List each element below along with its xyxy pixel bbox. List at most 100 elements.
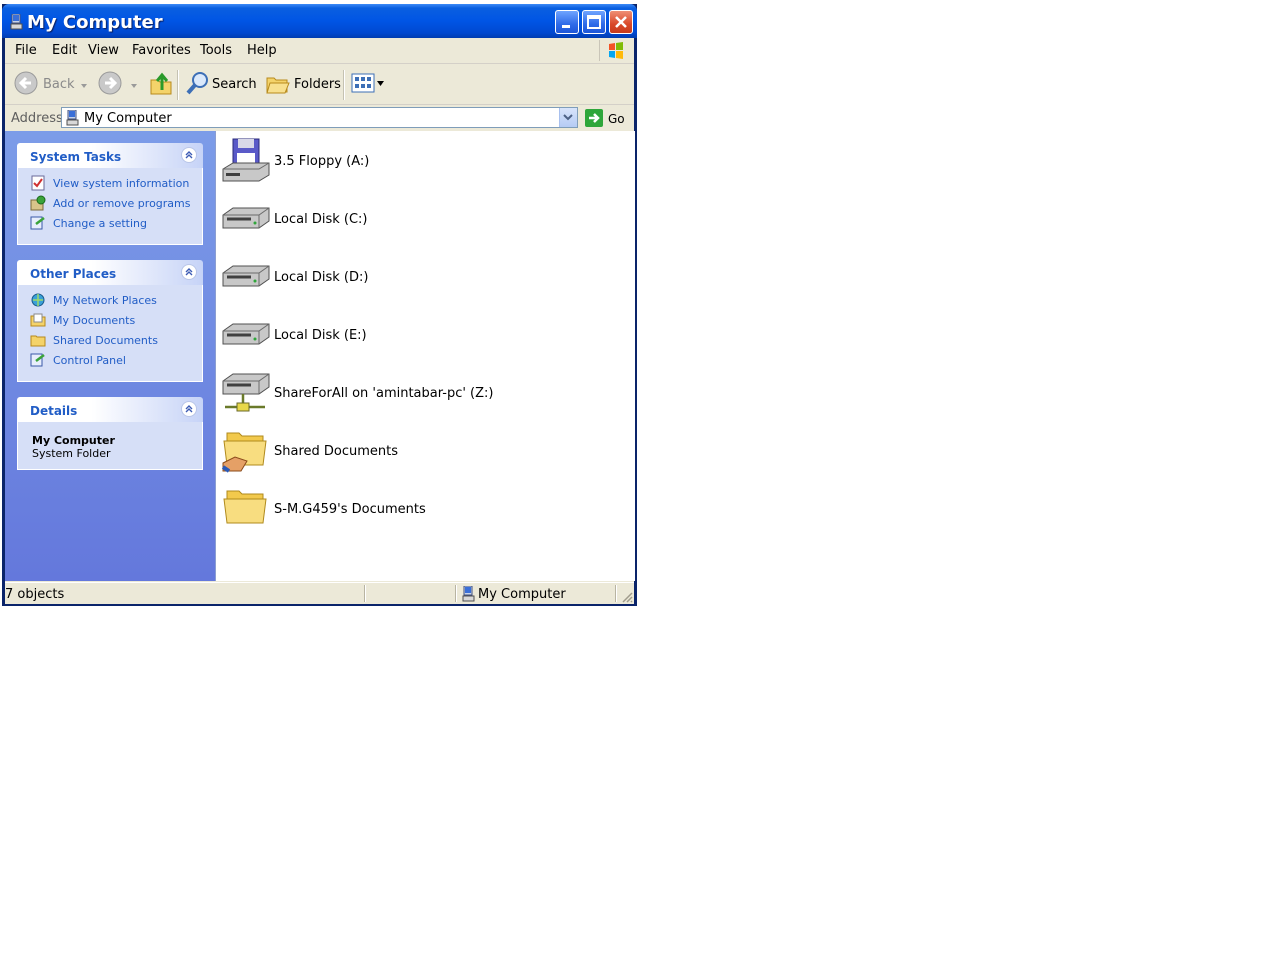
details-type: System Folder bbox=[32, 447, 111, 460]
folder-icon bbox=[30, 335, 46, 347]
drive-network-z[interactable]: ShareForAll on 'amintabar-pc' (Z:) bbox=[221, 369, 621, 421]
system-info-icon bbox=[31, 175, 45, 191]
menu-bar: File Edit View Favorites Tools Help bbox=[5, 38, 634, 64]
up-folder-button[interactable] bbox=[147, 68, 175, 100]
chevron-up-icon bbox=[185, 405, 193, 413]
control-panel-icon bbox=[30, 216, 45, 230]
views-button[interactable] bbox=[349, 68, 385, 100]
close-icon bbox=[615, 16, 627, 28]
search-button[interactable]: Search bbox=[183, 68, 257, 100]
network-drive-icon bbox=[222, 373, 270, 412]
folders-label: Folders bbox=[294, 77, 341, 92]
status-divider bbox=[364, 585, 366, 602]
minimize-icon bbox=[562, 25, 570, 28]
explorer-window: My Computer File Edit View Favorites Too… bbox=[2, 4, 637, 606]
folders-button[interactable]: Folders bbox=[263, 68, 341, 100]
windows-logo bbox=[599, 40, 634, 61]
minimize-button[interactable] bbox=[555, 10, 579, 34]
system-tasks-header[interactable]: System Tasks bbox=[17, 143, 203, 168]
place-my-network-places[interactable]: My Network Places bbox=[18, 290, 202, 310]
other-places-list: My Network Places My Documents Shared Do… bbox=[17, 285, 203, 382]
forward-arrow-icon bbox=[98, 71, 122, 95]
folder-icon bbox=[223, 490, 267, 524]
add-remove-programs-icon bbox=[30, 195, 46, 211]
panel-title: Details bbox=[30, 404, 78, 418]
computer-icon bbox=[10, 14, 23, 30]
status-divider bbox=[455, 585, 457, 602]
my-documents-icon bbox=[30, 313, 46, 327]
search-icon bbox=[186, 72, 208, 95]
go-button[interactable]: Go bbox=[584, 108, 630, 129]
details-header[interactable]: Details bbox=[17, 397, 203, 422]
collapse-button[interactable] bbox=[181, 147, 197, 163]
close-button[interactable] bbox=[609, 10, 633, 34]
system-tasks-list: View system information Add or remove pr… bbox=[17, 168, 203, 245]
folder-user-documents[interactable]: S-M.G459's Documents bbox=[221, 485, 621, 537]
panel-title: System Tasks bbox=[30, 150, 122, 164]
toolbar-separator bbox=[177, 70, 179, 100]
drive-local-c[interactable]: Local Disk (C:) bbox=[221, 195, 621, 247]
task-view-system-information[interactable]: View system information bbox=[18, 173, 202, 193]
details-body: My Computer System Folder bbox=[17, 422, 203, 470]
shared-folder-icon bbox=[221, 432, 267, 473]
status-divider bbox=[615, 585, 617, 602]
folder-shared-documents[interactable]: Shared Documents bbox=[221, 427, 621, 479]
address-dropdown-button[interactable] bbox=[559, 108, 577, 127]
toolbar-separator bbox=[343, 70, 345, 100]
address-value: My Computer bbox=[84, 111, 172, 126]
menu-help[interactable]: Help bbox=[247, 43, 277, 58]
chevron-down-icon bbox=[81, 84, 87, 88]
collapse-button[interactable] bbox=[181, 401, 197, 417]
folders-icon bbox=[266, 77, 290, 94]
back-label: Back bbox=[43, 77, 75, 92]
go-label: Go bbox=[608, 112, 625, 126]
panel-title: Other Places bbox=[30, 267, 117, 281]
chevron-down-icon bbox=[131, 84, 137, 88]
search-label: Search bbox=[212, 77, 257, 92]
window-frame: File Edit View Favorites Tools Help Back… bbox=[5, 38, 635, 604]
menu-view[interactable]: View bbox=[88, 43, 119, 58]
status-bar: 7 objects My Computer bbox=[5, 582, 634, 604]
chevron-down-icon bbox=[377, 81, 384, 86]
maximize-button[interactable] bbox=[582, 10, 606, 34]
address-bar: Address My Computer Go bbox=[5, 105, 634, 131]
place-my-documents[interactable]: My Documents bbox=[18, 310, 202, 330]
address-input[interactable]: My Computer bbox=[61, 107, 578, 128]
menu-tools[interactable]: Tools bbox=[200, 43, 232, 58]
hard-disk-icon bbox=[222, 265, 270, 287]
computer-icon bbox=[66, 110, 79, 126]
details-panel: Details My Computer System Folder bbox=[17, 397, 203, 470]
drive-floppy-a[interactable]: 3.5 Floppy (A:) bbox=[221, 137, 621, 189]
hard-disk-icon bbox=[222, 207, 270, 229]
windows-flag-icon bbox=[609, 42, 623, 59]
other-places-header[interactable]: Other Places bbox=[17, 260, 203, 285]
status-location: My Computer bbox=[478, 587, 566, 602]
task-change-setting[interactable]: Change a setting bbox=[18, 213, 202, 233]
network-places-icon bbox=[31, 293, 45, 307]
chevron-down-icon bbox=[563, 114, 573, 121]
task-add-remove-programs[interactable]: Add or remove programs bbox=[18, 193, 202, 213]
standard-toolbar: Back Search Folders bbox=[5, 64, 634, 105]
drive-local-d[interactable]: Local Disk (D:) bbox=[221, 253, 621, 305]
window-title: My Computer bbox=[27, 12, 163, 33]
folder-up-icon bbox=[150, 72, 172, 95]
resize-grip-icon[interactable] bbox=[621, 591, 633, 603]
maximize-icon bbox=[587, 15, 601, 29]
back-button[interactable]: Back bbox=[11, 68, 87, 100]
place-shared-documents[interactable]: Shared Documents bbox=[18, 330, 202, 350]
menu-file[interactable]: File bbox=[15, 43, 37, 58]
menu-edit[interactable]: Edit bbox=[52, 43, 77, 58]
object-count: 7 objects bbox=[5, 587, 65, 602]
content-pane: 3.5 Floppy (A:) Local Disk (C:) Local Di… bbox=[215, 131, 635, 581]
computer-icon bbox=[462, 586, 475, 602]
chevron-up-icon bbox=[185, 268, 193, 276]
place-control-panel[interactable]: Control Panel bbox=[18, 350, 202, 370]
collapse-button[interactable] bbox=[181, 264, 197, 280]
drive-local-e[interactable]: Local Disk (E:) bbox=[221, 311, 621, 363]
forward-button[interactable] bbox=[95, 68, 139, 100]
address-label: Address bbox=[11, 111, 63, 126]
chevron-up-icon bbox=[185, 151, 193, 159]
menu-favorites[interactable]: Favorites bbox=[132, 43, 191, 58]
floppy-drive-icon bbox=[222, 138, 270, 182]
title-bar[interactable]: My Computer bbox=[2, 4, 637, 38]
